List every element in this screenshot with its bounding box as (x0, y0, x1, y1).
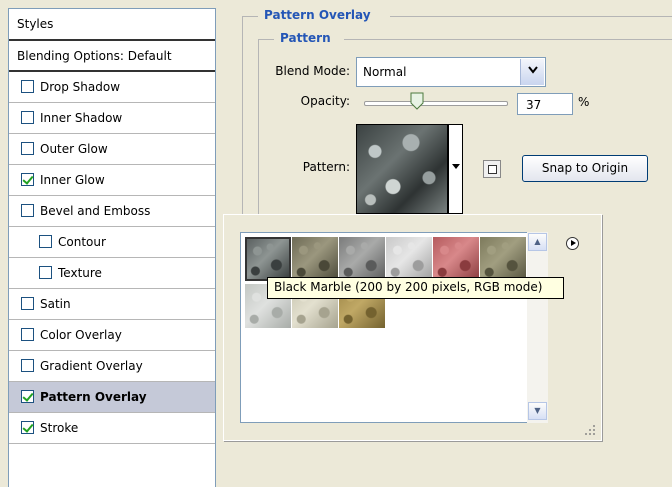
styles-header[interactable]: Styles (9, 9, 215, 41)
pattern-tooltip: Black Marble (200 by 200 pixels, RGB mod… (267, 277, 564, 299)
style-item-contour[interactable]: Contour (9, 227, 215, 258)
style-checkbox[interactable] (21, 142, 34, 155)
style-item-label: Inner Shadow (40, 111, 123, 125)
style-item-label: Contour (58, 235, 106, 249)
blending-options-item[interactable]: Blending Options: Default (9, 41, 215, 72)
opacity-unit: % (578, 95, 590, 109)
style-item-satin[interactable]: Satin (9, 289, 215, 320)
opacity-label: Opacity: (300, 94, 350, 108)
style-item-color-overlay[interactable]: Color Overlay (9, 320, 215, 351)
opacity-input[interactable]: 37 (517, 93, 573, 115)
pattern-thumb-black-marble[interactable] (245, 237, 291, 281)
scroll-up-icon[interactable]: ▲ (528, 233, 547, 251)
style-checkbox[interactable] (21, 297, 34, 310)
style-item-label: Color Overlay (40, 328, 122, 342)
style-checkbox[interactable] (21, 421, 34, 434)
blend-mode-value: Normal (363, 65, 407, 79)
style-item-pattern-overlay[interactable]: Pattern Overlay (9, 382, 215, 413)
blend-mode-label: Blend Mode: (275, 64, 350, 78)
style-item-inner-glow[interactable]: Inner Glow (9, 165, 215, 196)
chevron-down-icon[interactable] (520, 59, 544, 85)
style-item-drop-shadow[interactable]: Drop Shadow (9, 72, 215, 103)
pattern-preview[interactable] (356, 124, 448, 214)
resize-grip-icon[interactable] (583, 423, 597, 437)
style-item-outer-glow[interactable]: Outer Glow (9, 134, 215, 165)
group-border (242, 16, 258, 17)
style-item-bevel-and-emboss[interactable]: Bevel and Emboss (9, 196, 215, 227)
opacity-slider-thumb[interactable] (410, 92, 424, 110)
style-item-label: Stroke (40, 421, 79, 435)
scroll-down-icon[interactable]: ▼ (528, 402, 547, 420)
style-item-gradient-overlay[interactable]: Gradient Overlay (9, 351, 215, 382)
pattern-dropdown-arrow[interactable] (448, 124, 463, 214)
style-item-label: Gradient Overlay (40, 359, 143, 373)
pattern-thumb-red-stone[interactable] (433, 237, 479, 281)
pattern-thumb-olive-stone[interactable] (480, 237, 526, 281)
pattern-thumb-speckled-white[interactable] (386, 237, 432, 281)
style-item-inner-shadow[interactable]: Inner Shadow (9, 103, 215, 134)
pattern-grid (240, 232, 548, 423)
subgroup-border (258, 39, 259, 216)
style-item-label: Satin (40, 297, 71, 311)
pattern-overlay-group-title: Pattern Overlay (264, 8, 371, 22)
style-item-label: Texture (58, 266, 102, 280)
style-item-stroke[interactable]: Stroke (9, 413, 215, 444)
picker-menu-icon[interactable] (566, 237, 579, 250)
style-item-label: Inner Glow (40, 173, 105, 187)
style-checkbox[interactable] (21, 111, 34, 124)
style-checkbox[interactable] (21, 359, 34, 372)
group-border (390, 16, 672, 17)
style-checkbox[interactable] (39, 266, 52, 279)
style-item-label: Drop Shadow (40, 80, 121, 94)
style-checkbox[interactable] (21, 173, 34, 186)
styles-list-panel: Styles Blending Options: Default Drop Sh… (8, 8, 216, 487)
style-checkbox[interactable] (21, 80, 34, 93)
style-item-label: Pattern Overlay (40, 390, 147, 404)
style-checkbox[interactable] (39, 235, 52, 248)
blend-mode-select[interactable]: Normal (356, 57, 546, 87)
style-item-label: Bevel and Emboss (40, 204, 151, 218)
subgroup-border (344, 39, 672, 40)
subgroup-border (258, 39, 274, 40)
pattern-label: Pattern: (302, 160, 350, 174)
new-preset-icon[interactable] (483, 160, 501, 178)
style-item-label: Outer Glow (40, 142, 108, 156)
style-item-texture[interactable]: Texture (9, 258, 215, 289)
style-checkbox[interactable] (21, 328, 34, 341)
opacity-slider-track[interactable] (364, 101, 508, 106)
pattern-grid-scrollbar[interactable]: ▲ ▼ (527, 232, 548, 423)
pattern-thumb-pebbles[interactable] (292, 237, 338, 281)
style-checkbox[interactable] (21, 204, 34, 217)
group-border (242, 16, 243, 216)
pattern-subgroup-title: Pattern (280, 31, 331, 45)
pattern-thumb-granite-gray[interactable] (339, 237, 385, 281)
style-checkbox[interactable] (21, 390, 34, 403)
snap-to-origin-button[interactable]: Snap to Origin (522, 155, 648, 182)
